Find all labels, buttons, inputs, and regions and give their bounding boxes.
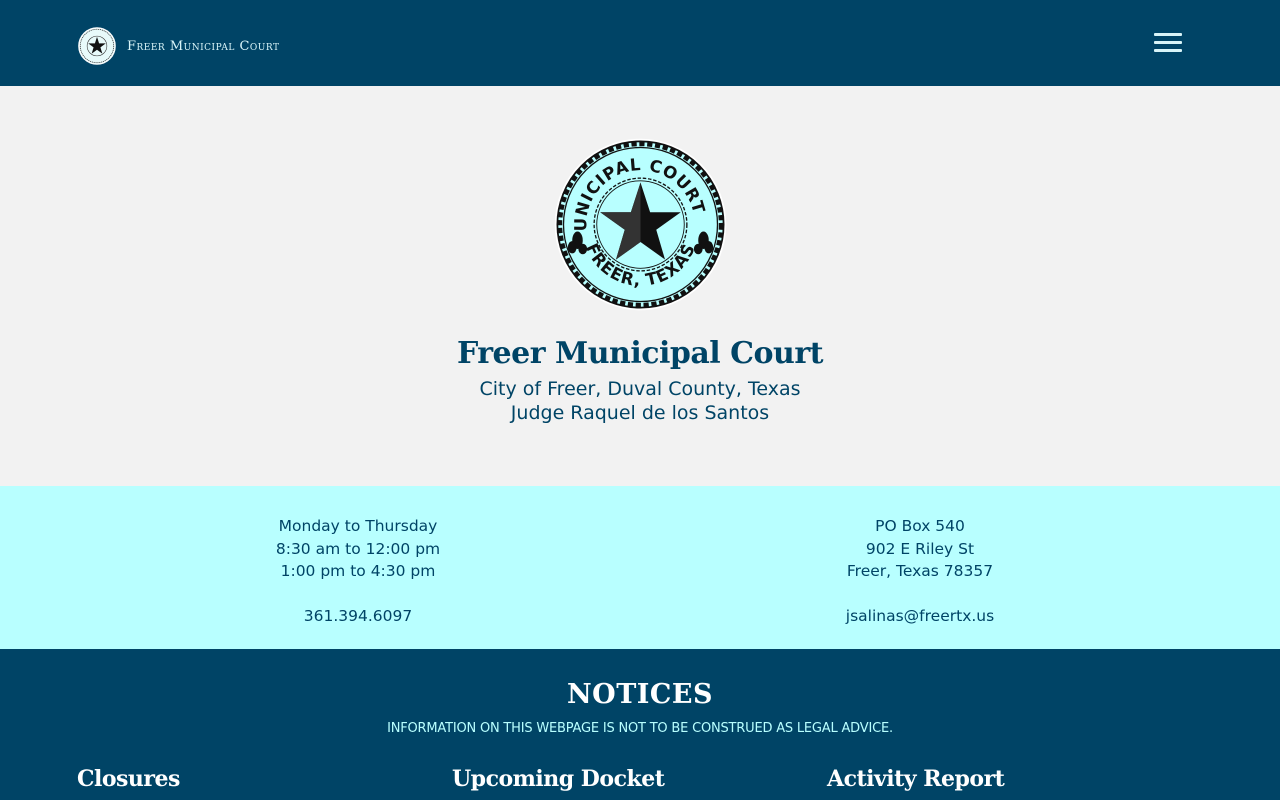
hero-section: MUNICIPAL COURT OF FREER, TEXAS Freer Mu… [0,86,1280,486]
address-line: 902 E Riley St [865,539,975,558]
hours-line: Monday to Thursday [278,517,438,535]
address-line: Freer, Texas 78357 [846,562,994,581]
email-link[interactable]: jsalinas@freertx.us [720,605,1120,628]
address-column: PO Box 540 902 E Riley St Freer, Texas 7… [720,515,1120,628]
brand-link[interactable]: Freer Municipal Court [78,26,279,66]
top-navbar: Freer Municipal Court [0,0,1280,86]
court-seal-icon: MUNICIPAL COURT OF FREER, TEXAS [553,137,727,311]
hamburger-menu-icon [1154,32,1182,36]
address-line: PO Box 540 [875,517,965,535]
legal-disclaimer: INFORMATION ON THIS WEBPAGE IS NOT TO BE… [387,721,893,736]
court-seal-icon [78,27,116,65]
contact-info-section: Monday to Thursday 8:30 am to 12:00 pm 1… [0,486,1280,649]
notices-section: NOTICES INFORMATION ON THIS WEBPAGE IS N… [0,649,1280,800]
hours-column: Monday to Thursday 8:30 am to 12:00 pm 1… [158,515,558,628]
phone-link[interactable]: 361.394.6097 [158,605,558,628]
upcoming-docket-heading: Upcoming Docket [452,766,665,792]
location-subtitle: City of Freer, Duval County, Texas [479,378,801,400]
judge-subtitle: Judge Raquel de los Santos [510,402,770,424]
notices-title: NOTICES [567,679,713,710]
hamburger-menu-button[interactable] [1148,28,1188,56]
page-title: Freer Municipal Court [456,336,824,371]
brand-text: Freer Municipal Court [127,38,280,54]
hours-line: 1:00 pm to 4:30 pm [280,562,436,581]
hours-line: 8:30 am to 12:00 pm [275,539,441,558]
activity-report-heading: Activity Report [827,766,1005,792]
closures-heading: Closures [77,766,180,792]
